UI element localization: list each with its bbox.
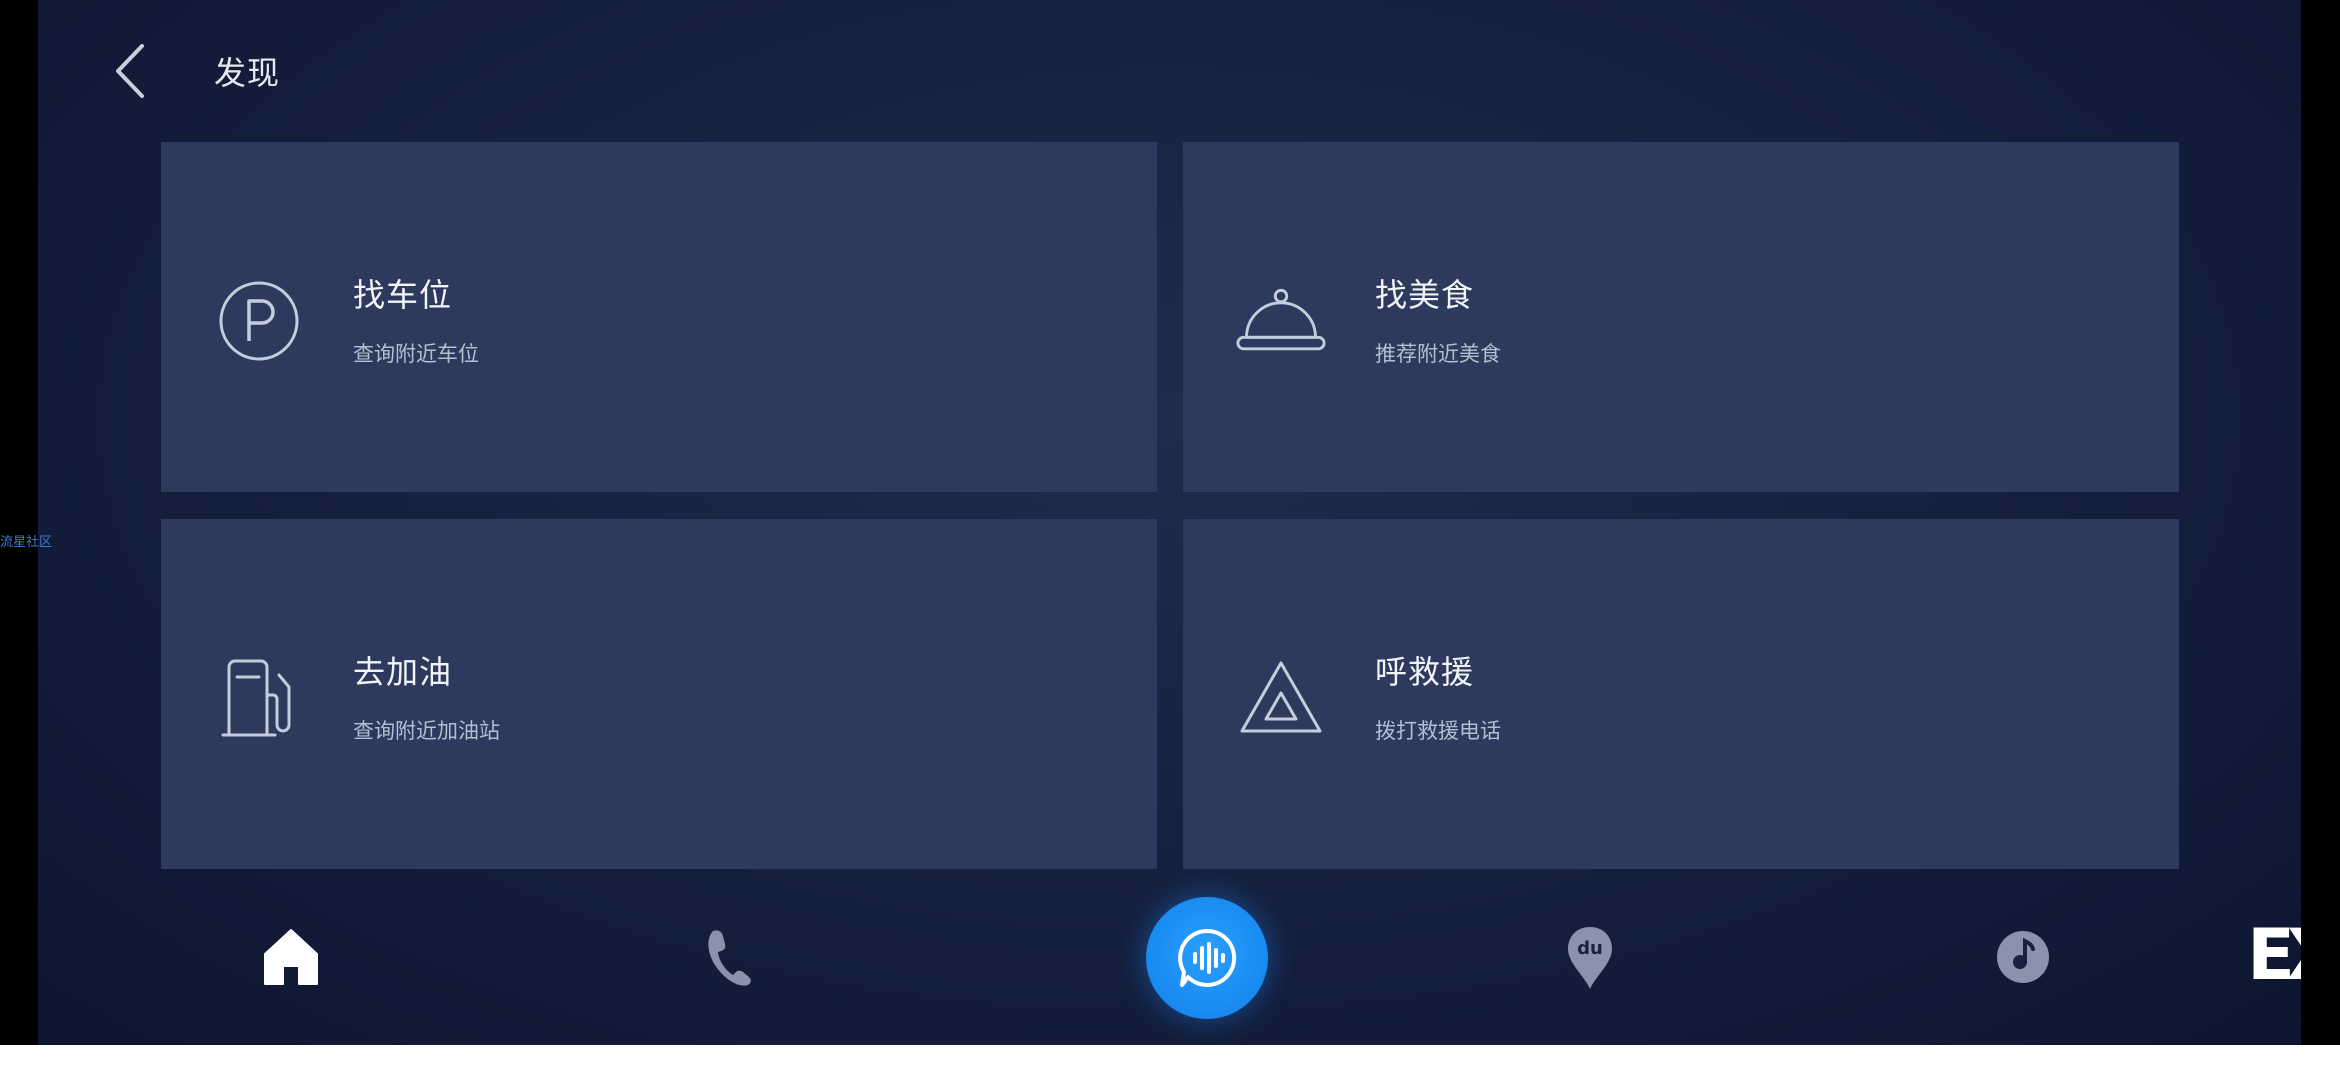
card-find-parking[interactable]: 找车位 查询附近车位 — [161, 142, 1157, 492]
music-icon — [1997, 931, 2049, 983]
side-watermark-label: 流星社区 — [0, 535, 53, 550]
card-title: 找美食 — [1375, 276, 1475, 314]
svg-text:du: du — [1577, 938, 1603, 959]
parking-icon — [213, 275, 305, 367]
home-icon — [264, 929, 318, 985]
dock-music-button[interactable] — [1983, 922, 2063, 992]
card-subtitle: 查询附近加油站 — [353, 719, 500, 743]
screen: 发现 找车位 查询附近车位 找美食 推荐附近美食 去加油 查询附近加油站 呼救援… — [0, 0, 2340, 1080]
back-button[interactable] — [100, 36, 160, 106]
dock-home-button[interactable] — [251, 922, 331, 992]
map-pin-icon: du — [1568, 927, 1612, 989]
card-title: 找车位 — [353, 276, 453, 314]
card-subtitle: 推荐附近美食 — [1375, 342, 1501, 366]
card-title: 呼救援 — [1375, 653, 1475, 691]
ex-logo: EX — [2247, 914, 2301, 996]
dock-phone-button[interactable] — [688, 922, 768, 992]
dock-map-button[interactable]: du — [1550, 918, 1630, 998]
fuel-pump-icon — [213, 652, 305, 744]
app-window: 发现 找车位 查询附近车位 找美食 推荐附近美食 去加油 查询附近加油站 呼救援… — [38, 0, 2301, 1045]
voice-assistant-icon — [1178, 928, 1237, 987]
bottom-strip — [0, 1045, 2340, 1080]
card-call-rescue[interactable]: 呼救援 拨打救援电话 — [1183, 519, 2179, 869]
page-title: 发现 — [214, 54, 281, 92]
card-find-food[interactable]: 找美食 推荐附近美食 — [1183, 142, 2179, 492]
card-subtitle: 拨打救援电话 — [1375, 719, 1501, 743]
phone-icon — [708, 930, 751, 986]
warning-triangle-icon — [1235, 652, 1327, 744]
card-title: 去加油 — [353, 653, 453, 691]
voice-assistant-button[interactable] — [1146, 897, 1268, 1019]
card-refuel[interactable]: 去加油 查询附近加油站 — [161, 519, 1157, 869]
chevron-left-icon — [116, 44, 144, 98]
card-subtitle: 查询附近车位 — [353, 342, 479, 366]
food-cloche-icon — [1235, 275, 1327, 367]
